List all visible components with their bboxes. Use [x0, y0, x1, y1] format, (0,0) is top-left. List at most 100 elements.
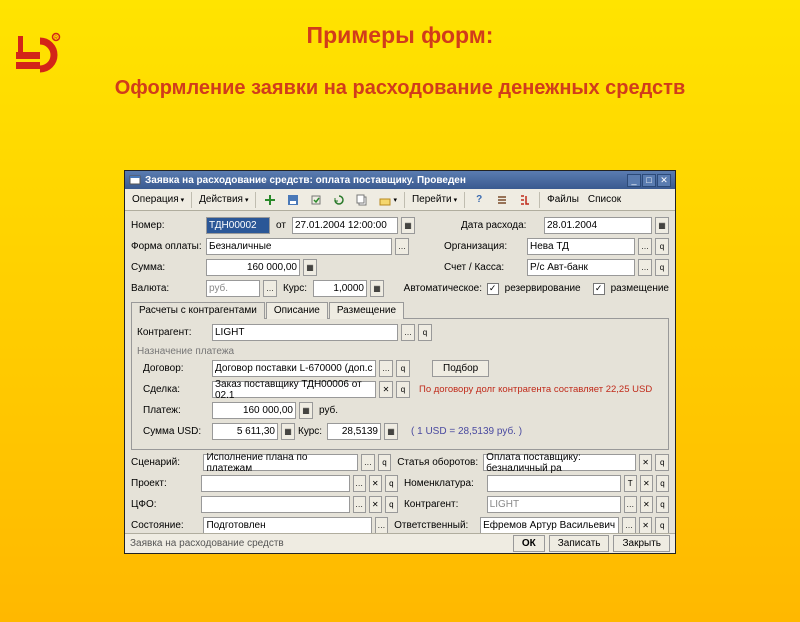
deal-input[interactable]: Заказ поставщику ТДН00006 от 02.1 [212, 381, 376, 398]
minimize-button[interactable]: _ [627, 174, 641, 187]
project-label: Проект: [131, 478, 198, 489]
resp-x-button[interactable]: ✕ [639, 517, 653, 534]
toolbar-basedon-icon[interactable]: ▾ [374, 191, 401, 209]
toolbar: Операция ▾ Действия ▾ ▾ Перейти ▾ ? Файл… [125, 189, 675, 211]
sumusd-calc-button[interactable]: ▦ [281, 423, 295, 440]
goto-menu[interactable]: Перейти ▾ [408, 191, 461, 209]
actions-menu[interactable]: Действия ▾ [195, 191, 252, 209]
contragent-select-button[interactable]: … [401, 324, 415, 341]
nomen-open-button[interactable]: q [656, 475, 669, 492]
scenario-open-button[interactable]: q [378, 454, 392, 471]
date-picker-button[interactable]: ▦ [401, 217, 415, 234]
state-select-button[interactable]: … [375, 517, 389, 534]
sum-input[interactable]: 160 000,00 [206, 259, 300, 276]
tab-placement[interactable]: Размещение [329, 302, 404, 319]
cfo-open-button[interactable]: q [385, 496, 398, 513]
save-button[interactable]: Записать [549, 535, 610, 552]
contract-input[interactable]: Договор поставки L-670000 (доп.с [212, 360, 376, 377]
resp-open-button[interactable]: q [655, 517, 669, 534]
contract-open-button[interactable]: q [396, 360, 410, 377]
rate2-input[interactable]: 28,5139 [327, 423, 381, 440]
sum-calc-button[interactable]: ▦ [303, 259, 317, 276]
help-icon[interactable]: ? [468, 191, 490, 209]
org-open-button[interactable]: q [655, 238, 669, 255]
account-open-button[interactable]: q [655, 259, 669, 276]
rate-input[interactable]: 1,0000 [313, 280, 367, 297]
place-checkbox[interactable]: ✓ [593, 283, 605, 295]
toolbar-copy-icon[interactable] [351, 191, 373, 209]
article-input[interactable]: Оплата поставщику: безналичный ра [483, 454, 636, 471]
payform-input[interactable]: Безналичные [206, 238, 392, 255]
list-button[interactable]: Список [584, 191, 625, 209]
contr2-input[interactable]: LIGHT [487, 496, 621, 513]
contract-select-button[interactable]: … [379, 360, 393, 377]
tab-settlements[interactable]: Расчеты с контрагентами [131, 302, 265, 319]
project-clear-button[interactable]: … [353, 475, 366, 492]
svg-text:R: R [54, 36, 58, 42]
org-label: Организация: [444, 241, 524, 252]
toolbar-post-icon[interactable] [305, 191, 327, 209]
scenario-select-button[interactable]: … [361, 454, 375, 471]
toolbar-new-icon[interactable] [259, 191, 281, 209]
contr2-x-button[interactable]: ✕ [640, 496, 653, 513]
article-open-button[interactable]: q [655, 454, 669, 471]
toolbar-list-icon[interactable] [491, 191, 513, 209]
payment-calc-button[interactable]: ▦ [299, 402, 313, 419]
toolbar-tree-icon[interactable] [514, 191, 536, 209]
date-from-label: от [273, 220, 289, 231]
project-open-button[interactable]: q [385, 475, 398, 492]
cfo-x-button[interactable]: ✕ [369, 496, 382, 513]
podbor-button[interactable]: Подбор [432, 360, 489, 377]
contr2-open-button[interactable]: q [656, 496, 669, 513]
operation-menu[interactable]: Операция ▾ [128, 191, 188, 209]
account-input[interactable]: Р/с Авт-банк [527, 259, 635, 276]
close-form-button[interactable]: Закрыть [613, 535, 670, 552]
currency-input[interactable]: руб. [206, 280, 260, 297]
rate-calc-button[interactable]: ▦ [370, 280, 384, 297]
contragent-open-button[interactable]: q [418, 324, 432, 341]
date-input[interactable]: 27.01.2004 12:00:00 [292, 217, 398, 234]
payment-input[interactable]: 160 000,00 [212, 402, 296, 419]
tab-strip: Расчеты с контрагентами Описание Размеще… [131, 301, 669, 319]
files-button[interactable]: Файлы [543, 191, 583, 209]
account-select-button[interactable]: … [638, 259, 652, 276]
cfo-input[interactable] [201, 496, 350, 513]
ok-button[interactable]: ОК [513, 535, 545, 552]
maximize-button[interactable]: □ [642, 174, 656, 187]
contract-label: Договор: [137, 363, 209, 374]
number-input[interactable]: ТДН00002 [206, 217, 270, 234]
project-x-button[interactable]: ✕ [369, 475, 382, 492]
resp-select-button[interactable]: … [622, 517, 636, 534]
close-button[interactable]: ✕ [657, 174, 671, 187]
deal-clear-button[interactable]: ✕ [379, 381, 393, 398]
payform-select-button[interactable]: … [395, 238, 409, 255]
org-select-button[interactable]: … [638, 238, 652, 255]
scenario-input[interactable]: Исполнение плана по платежам [203, 454, 358, 471]
contragent-input[interactable]: LIGHT [212, 324, 398, 341]
project-input[interactable] [201, 475, 350, 492]
titlebar[interactable]: Заявка на расходование средств: оплата п… [125, 171, 675, 189]
article-clear-button[interactable]: ✕ [639, 454, 653, 471]
toolbar-refresh-icon[interactable] [328, 191, 350, 209]
nomen-input[interactable] [487, 475, 621, 492]
toolbar-save-icon[interactable] [282, 191, 304, 209]
currency-select-button[interactable]: … [263, 280, 277, 297]
rate2-calc-button[interactable]: ▦ [384, 423, 398, 440]
nomen-x-button[interactable]: ✕ [640, 475, 653, 492]
deal-open-button[interactable]: q [396, 381, 410, 398]
state-input[interactable]: Подготовлен [203, 517, 371, 534]
expdate-input[interactable]: 28.01.2004 [544, 217, 652, 234]
cfo-clear-button[interactable]: … [353, 496, 366, 513]
expdate-picker-button[interactable]: ▦ [655, 217, 669, 234]
tab-description[interactable]: Описание [266, 302, 328, 319]
sumusd-label: Сумма USD: [137, 426, 209, 437]
nomen-label: Номенклатура: [404, 478, 484, 489]
sumusd-input[interactable]: 5 611,30 [212, 423, 278, 440]
contr2-select-button[interactable]: … [624, 496, 637, 513]
org-input[interactable]: Нева ТД [527, 238, 635, 255]
auto-label: Автоматическое: [404, 283, 484, 294]
resp-input[interactable]: Ефремов Артур Васильевич [480, 517, 619, 534]
nomen-t-button[interactable]: T [624, 475, 637, 492]
reserve-checkbox[interactable]: ✓ [487, 283, 499, 295]
reserve-label: резервирование [505, 283, 581, 294]
